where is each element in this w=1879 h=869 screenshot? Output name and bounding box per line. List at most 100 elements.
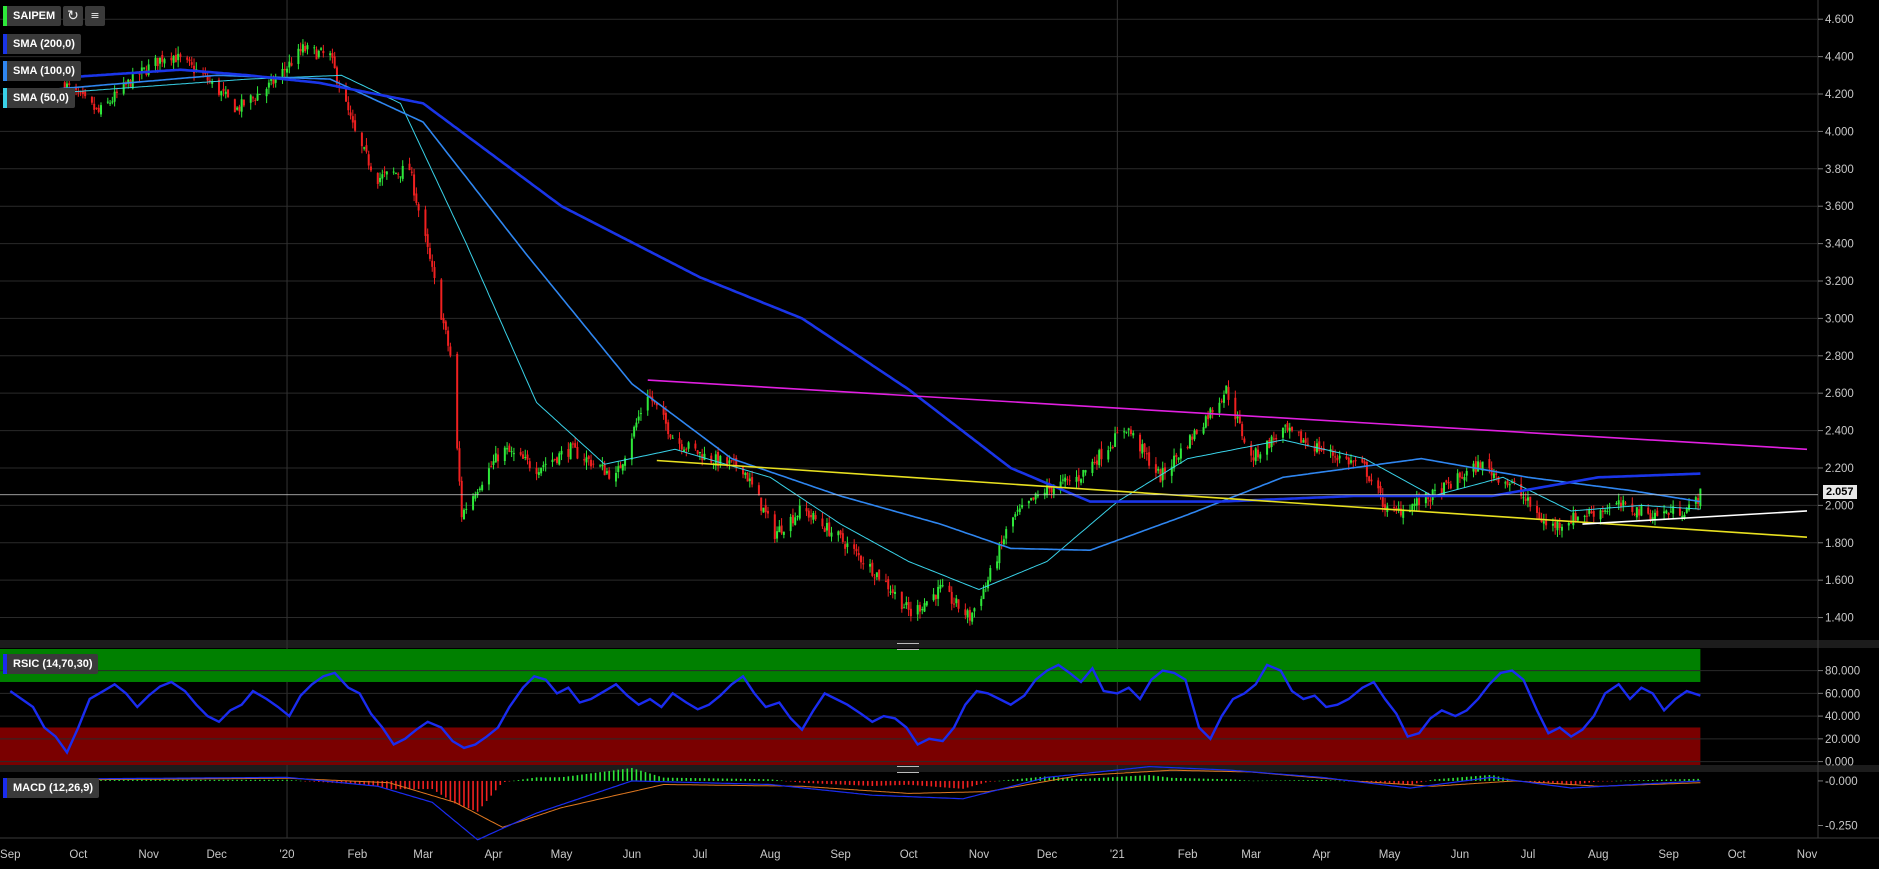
macd-histogram-bar <box>826 780 828 784</box>
pane-resize-handle-2[interactable] <box>897 766 919 773</box>
chart-canvas[interactable]: 4.600 4.400 4.200 4.000 3.800 3.600 3.400 3.200… <box>0 0 1879 869</box>
candle-down <box>369 166 372 171</box>
sma100-tag[interactable]: SMA (100,0) <box>3 61 81 81</box>
candle-down <box>333 56 336 68</box>
ruler-icon[interactable]: ≡ <box>85 6 105 26</box>
candle-up <box>812 512 815 520</box>
candle-down <box>694 443 697 449</box>
symbol-tag[interactable]: SAIPEM <box>3 6 62 26</box>
candle-down <box>1286 423 1289 431</box>
macd-histogram-bar <box>195 779 198 781</box>
candle-down <box>859 555 862 563</box>
macd-histogram-bar <box>1130 776 1132 781</box>
rsi-overbought-band <box>0 649 1701 682</box>
macd-histogram-bar <box>299 780 302 782</box>
candle-up <box>297 48 300 64</box>
candle-down <box>238 106 241 112</box>
macd-histogram-bar <box>898 780 901 786</box>
macd-histogram-bar <box>1093 778 1096 781</box>
macd-histogram-bar <box>612 770 615 781</box>
sma50-tag[interactable]: SMA (50,0) <box>3 88 75 108</box>
candle-down <box>1624 502 1627 504</box>
candle-up <box>154 57 157 66</box>
candle-up <box>719 456 722 465</box>
candle-down <box>383 171 386 173</box>
macd-histogram-bar <box>431 780 434 790</box>
macd-histogram-bar <box>644 772 647 781</box>
candle-down <box>331 53 334 58</box>
candle-down <box>953 603 956 605</box>
x-tick-label: Jun <box>1451 849 1470 861</box>
refresh-icon[interactable]: ↻ <box>63 6 83 26</box>
macd-histogram-bar <box>726 778 728 781</box>
macd-histogram-bar <box>1343 780 1346 782</box>
macd-histogram-bar <box>581 774 583 781</box>
x-tick-label: Feb <box>1178 849 1198 861</box>
macd-histogram-bar <box>912 780 914 786</box>
resistance-trendline <box>647 379 1808 451</box>
macd-histogram-bar <box>295 780 297 781</box>
macd-histogram-bar <box>1688 779 1690 781</box>
candle-up <box>1413 503 1416 506</box>
macd-histogram-bar <box>1592 780 1595 782</box>
candle-up <box>512 453 515 455</box>
macd-histogram-bar <box>608 770 610 781</box>
candle-down <box>115 91 118 94</box>
x-tick-label: Oct <box>900 849 919 861</box>
macd-histogram-bar <box>1624 780 1627 782</box>
macd-histogram-bar <box>1189 778 1191 781</box>
macd-histogram-bar <box>1665 779 1668 781</box>
candle-up <box>646 396 649 411</box>
candle-down <box>417 204 420 211</box>
candle-up <box>111 101 114 103</box>
candle-down <box>1345 456 1348 459</box>
candle-up <box>830 532 833 537</box>
candle-up <box>472 496 475 510</box>
macd-histogram-bar <box>1157 776 1159 781</box>
candle-down <box>456 354 459 449</box>
candle-up <box>687 442 690 449</box>
macd-histogram-bar <box>994 780 996 782</box>
macd-histogram-bar <box>1225 779 1228 781</box>
candle-up <box>1424 492 1427 504</box>
price-tick-label: 3.000 <box>1825 313 1854 325</box>
pane-resize-handle-1[interactable] <box>897 643 919 650</box>
macd-tag[interactable]: MACD (12,26,9) <box>3 778 100 798</box>
candle-down <box>460 480 463 518</box>
candle-down <box>764 505 767 513</box>
candle-down <box>909 608 912 617</box>
candle-down <box>449 346 452 356</box>
candle-down <box>948 585 951 592</box>
macd-histogram-bar <box>1007 779 1010 781</box>
candle-down <box>1095 460 1098 465</box>
candle-down <box>567 449 570 457</box>
macd-histogram-bar <box>1692 778 1695 781</box>
candle-up <box>1064 477 1067 482</box>
candle-down <box>1238 416 1241 423</box>
candle-up <box>916 605 919 615</box>
candle-up <box>109 102 112 104</box>
macd-histogram-bar <box>889 780 892 786</box>
candle-down <box>354 120 357 131</box>
candle-up <box>921 608 924 611</box>
macd-histogram-bar <box>1447 778 1450 781</box>
candle-up <box>1002 539 1005 545</box>
x-tick-label: Nov <box>138 849 159 861</box>
macd-histogram-bar <box>971 780 973 787</box>
macd-histogram-bar <box>916 780 919 786</box>
candle-up <box>399 176 402 178</box>
macd-histogram-bar <box>445 780 447 798</box>
candle-up <box>971 612 974 622</box>
macd-histogram-bar <box>1293 780 1296 781</box>
rsi-tag[interactable]: RSIC (14,70,30) <box>3 654 99 674</box>
macd-histogram-bar <box>440 780 443 795</box>
candle-down <box>571 443 574 445</box>
candle-up <box>1654 512 1657 520</box>
candle-down <box>766 510 769 514</box>
candle-down <box>760 497 763 511</box>
candle-up <box>966 610 969 618</box>
macd-histogram-bar <box>744 778 747 781</box>
candle-down <box>1585 515 1588 517</box>
sma200-tag[interactable]: SMA (200,0) <box>3 34 81 54</box>
macd-histogram-bar <box>621 769 624 781</box>
